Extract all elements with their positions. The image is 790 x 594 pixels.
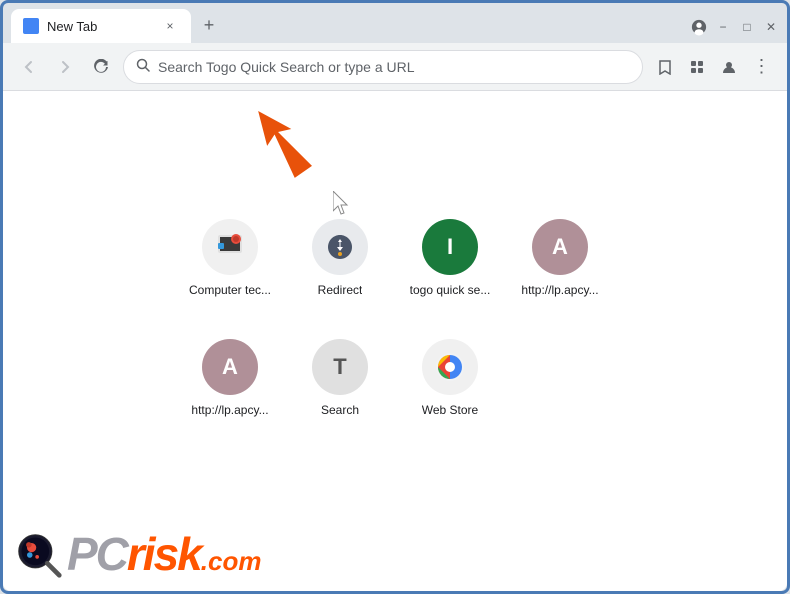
risk-text: risk bbox=[127, 531, 201, 577]
shortcut-redirect[interactable]: Redirect bbox=[290, 211, 390, 305]
shortcut-togo[interactable]: I togo quick se... bbox=[400, 211, 500, 305]
back-button[interactable] bbox=[15, 53, 43, 81]
shortcut-label-togo: togo quick se... bbox=[410, 283, 491, 297]
toolbar-actions: ⋮ bbox=[651, 53, 775, 81]
maximize-button[interactable]: □ bbox=[739, 19, 755, 35]
address-bar[interactable]: Search Togo Quick Search or type a URL bbox=[123, 50, 643, 84]
active-tab[interactable]: New Tab × bbox=[11, 9, 191, 43]
chrome-window: New Tab × + − □ ✕ bbox=[3, 3, 787, 591]
shortcut-label-search: Search bbox=[321, 403, 359, 417]
shortcut-icon-redirect bbox=[312, 219, 368, 275]
browser-toolbar: Search Togo Quick Search or type a URL bbox=[3, 43, 787, 91]
minimize-button[interactable]: − bbox=[715, 19, 731, 35]
shortcut-label-apcy1: http://lp.apcy... bbox=[521, 283, 598, 297]
tab-title: New Tab bbox=[47, 19, 153, 34]
shortcut-icon-computer-tec bbox=[202, 219, 258, 275]
tab-favicon bbox=[23, 18, 39, 34]
shortcut-computer-tec[interactable]: Computer tec... bbox=[180, 211, 280, 305]
close-button[interactable]: ✕ bbox=[763, 19, 779, 35]
shortcut-icon-webstore bbox=[422, 339, 478, 395]
cursor bbox=[333, 191, 353, 220]
tab-close-button[interactable]: × bbox=[161, 17, 179, 35]
pcrisk-text: PC risk .com bbox=[67, 531, 261, 579]
pcrisk-logo: PC risk .com bbox=[15, 531, 261, 579]
shortcut-icon-apcy2: A bbox=[202, 339, 258, 395]
pcrisk-magnifier-icon bbox=[15, 531, 63, 579]
shortcut-webstore[interactable]: Web Store bbox=[400, 331, 500, 425]
address-text: Search Togo Quick Search or type a URL bbox=[158, 59, 630, 75]
window-controls: − □ ✕ bbox=[691, 19, 779, 35]
orange-arrow-svg bbox=[233, 109, 313, 189]
new-tab-button[interactable]: + bbox=[195, 11, 223, 39]
shortcut-apcy2[interactable]: A http://lp.apcy... bbox=[180, 331, 280, 425]
title-bar: New Tab × + − □ ✕ bbox=[3, 3, 787, 43]
bookmark-button[interactable] bbox=[651, 53, 679, 81]
pc-text: PC bbox=[67, 531, 127, 577]
shortcut-label-redirect: Redirect bbox=[318, 283, 363, 297]
shortcuts-grid: Computer tec... Redirect I togo quick se… bbox=[180, 211, 610, 441]
menu-button[interactable]: ⋮ bbox=[747, 53, 775, 81]
shortcut-icon-search: T bbox=[312, 339, 368, 395]
shortcut-icon-apcy1: A bbox=[532, 219, 588, 275]
chrome-profile-icon[interactable] bbox=[691, 19, 707, 35]
shortcut-label-webstore: Web Store bbox=[422, 403, 478, 417]
reload-button[interactable] bbox=[87, 53, 115, 81]
forward-button[interactable] bbox=[51, 53, 79, 81]
page-content: Computer tec... Redirect I togo quick se… bbox=[3, 91, 787, 591]
com-text: .com bbox=[201, 546, 262, 577]
shortcut-label-apcy2: http://lp.apcy... bbox=[191, 403, 268, 417]
shortcut-search[interactable]: T Search bbox=[290, 331, 390, 425]
arrow-annotation bbox=[233, 109, 313, 194]
extension-button[interactable] bbox=[683, 53, 711, 81]
shortcut-icon-togo: I bbox=[422, 219, 478, 275]
shortcut-label-computer-tec: Computer tec... bbox=[189, 283, 271, 297]
search-icon bbox=[136, 58, 150, 75]
shortcut-apcy1[interactable]: A http://lp.apcy... bbox=[510, 211, 610, 305]
profile-button[interactable] bbox=[715, 53, 743, 81]
